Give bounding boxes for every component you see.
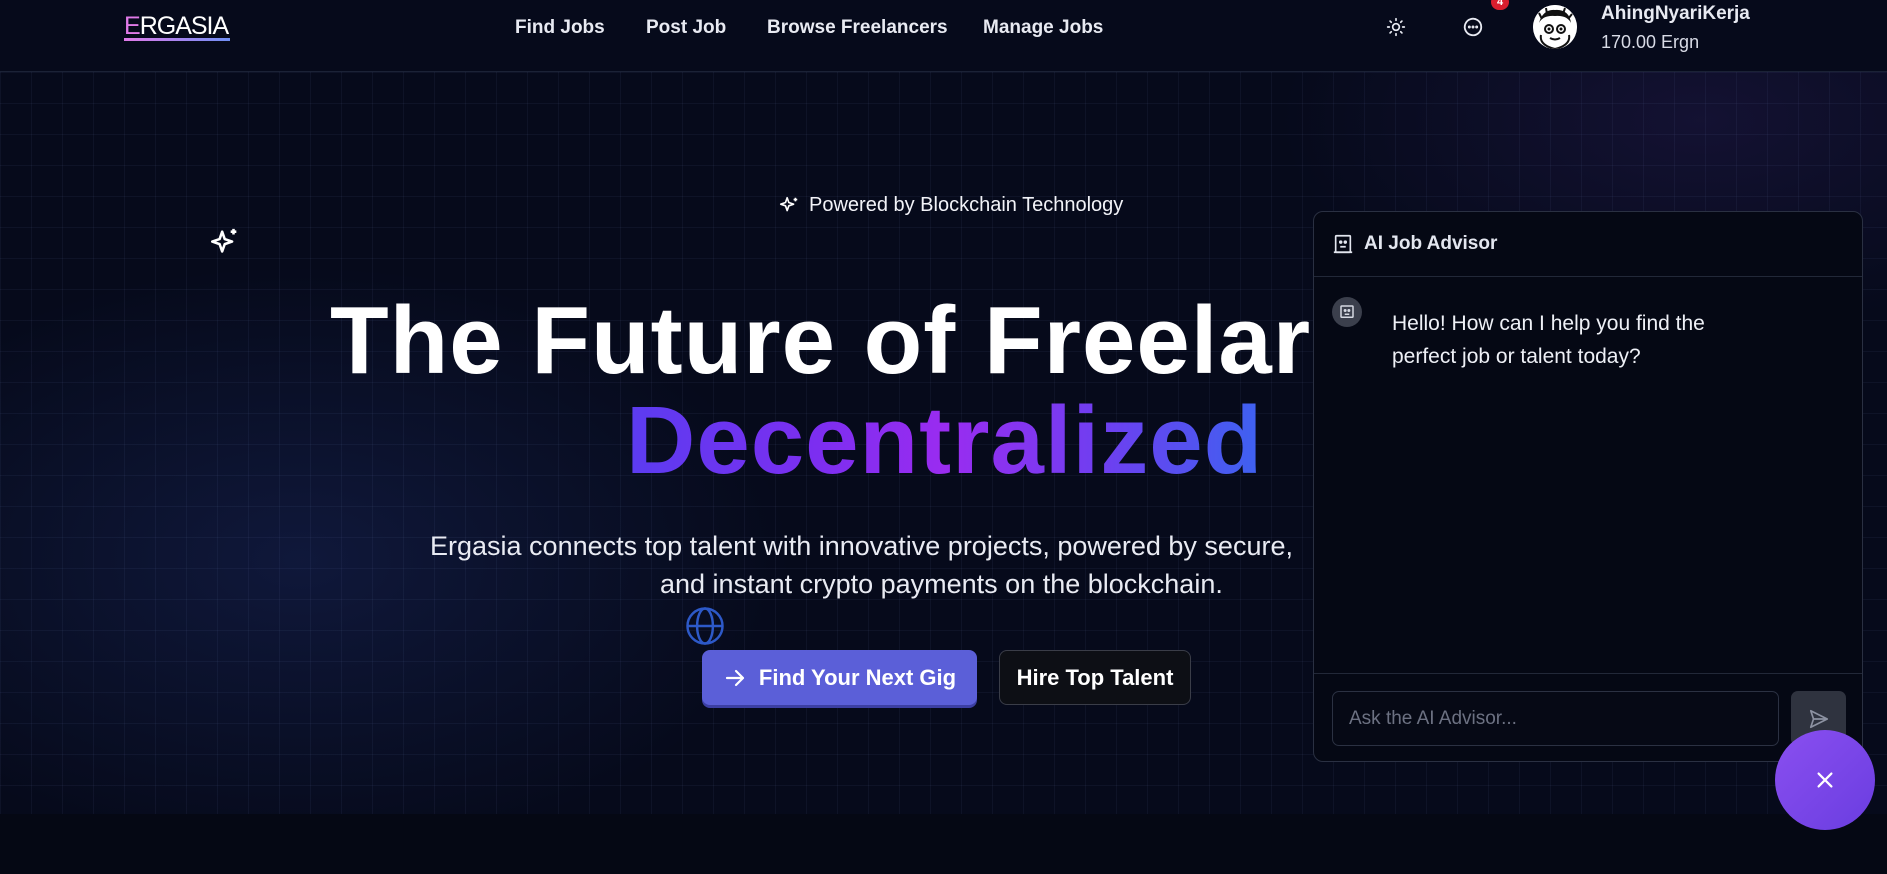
notification-badge: 4 (1491, 0, 1509, 10)
nav-post-job[interactable]: Post Job (646, 17, 726, 39)
close-chat-button[interactable] (1775, 730, 1875, 830)
close-icon (1817, 772, 1833, 788)
ai-advisor-panel: AI Job Advisor Hello! How can I help you… (1313, 211, 1863, 762)
bot-message: Hello! How can I help you find the perfe… (1392, 312, 1705, 368)
hero-description-line1: Ergasia connects top talent with innovat… (430, 531, 1293, 561)
page: ERGASIA Find Jobs Post Job Browse Freela… (0, 0, 1887, 874)
send-icon (1809, 709, 1828, 728)
hire-top-talent-button[interactable]: Hire Top Talent (999, 650, 1191, 705)
top-header: ERGASIA Find Jobs Post Job Browse Freela… (0, 0, 1887, 72)
username[interactable]: AhingNyariKerja (1601, 3, 1750, 25)
find-next-gig-button[interactable]: Find Your Next Gig (702, 650, 977, 705)
hero-description-line2: and instant crypto payments on the block… (660, 569, 1223, 599)
powered-by-text: Powered by Blockchain Technology (809, 194, 1124, 216)
chat-footer (1314, 673, 1862, 761)
wallet-balance: 170.00 Ergn (1601, 32, 1700, 52)
globe-icon (684, 605, 726, 652)
bot-icon (1333, 234, 1353, 254)
bot-avatar-icon (1332, 297, 1362, 327)
nav-browse-freelancers[interactable]: Browse Freelancers (767, 17, 948, 39)
logo-first-letter: E (124, 12, 141, 40)
nav-find-jobs[interactable]: Find Jobs (515, 17, 605, 39)
logo-text: RGASIA (139, 12, 229, 40)
powered-by-tagline: Powered by Blockchain Technology (778, 194, 1123, 217)
arrow-right-icon (725, 669, 744, 686)
chat-input[interactable] (1332, 691, 1779, 746)
find-next-gig-label: Find Your Next Gig (758, 664, 957, 690)
sun-icon[interactable] (1382, 13, 1410, 41)
hero-title-highlight: Decentralized (626, 387, 1264, 494)
avatar[interactable] (1533, 5, 1577, 49)
logo-underline (124, 38, 230, 41)
bottom-band (0, 814, 1887, 874)
logo[interactable]: ERGASIA (124, 12, 229, 41)
chat-title: AI Job Advisor (1364, 233, 1498, 254)
hero-title: The Future of Freelar (330, 287, 1312, 394)
chat-bubble-icon[interactable] (1459, 13, 1487, 41)
chat-header: AI Job Advisor (1314, 212, 1862, 277)
sparkle-decoration-icon (208, 226, 242, 265)
sparkle-icon (779, 196, 798, 211)
nav-manage-jobs[interactable]: Manage Jobs (983, 17, 1103, 39)
